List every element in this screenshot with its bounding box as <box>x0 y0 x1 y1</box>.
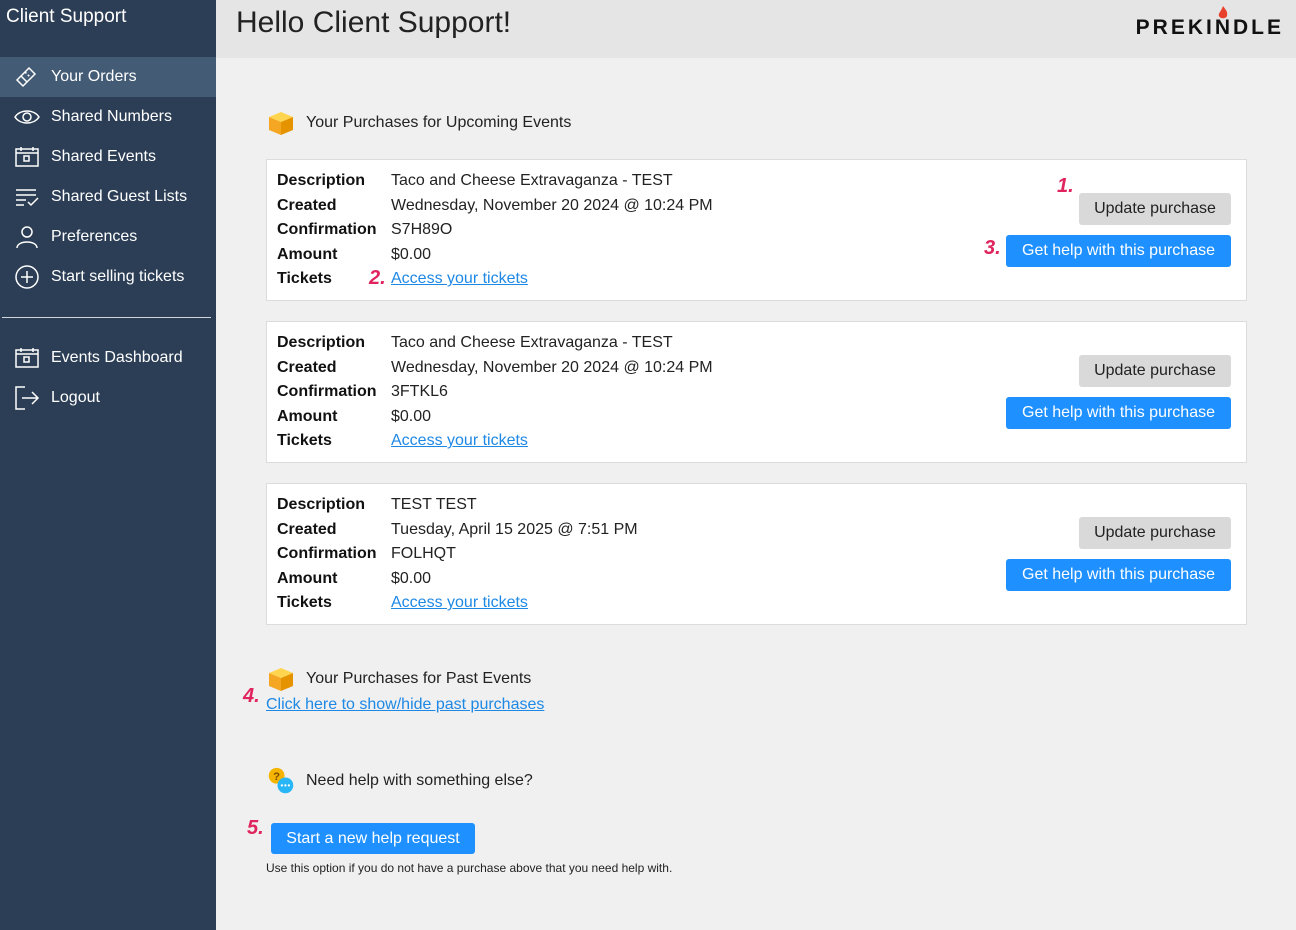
amount-row: Amount $0.00 <box>277 246 432 263</box>
description-row: Description Taco and Cheese Extravaganza … <box>277 334 673 351</box>
update-purchase-button[interactable]: Update purchase <box>1079 355 1231 387</box>
created-row: Created Tuesday, April 15 2025 @ 7:51 PM <box>277 521 638 538</box>
new-help-request-button[interactable]: Start a new help request <box>271 823 475 854</box>
get-help-button[interactable]: Get help with this purchase <box>1006 397 1231 429</box>
tickets-row: Tickets Access your tickets <box>277 269 528 289</box>
sidebar-item-label: Shared Events <box>51 148 156 165</box>
plus-circle-icon <box>14 265 42 289</box>
confirmation-row: Confirmation 3FTKL6 <box>277 383 448 400</box>
sidebar-item-label: Preferences <box>51 228 138 245</box>
purchase-card: Description Taco and Cheese Extravaganza … <box>266 159 1247 301</box>
annotation-2: 2. <box>369 267 386 289</box>
annotation-5: 5. <box>247 817 264 839</box>
get-help-button[interactable]: Get help with this purchase <box>1006 235 1231 267</box>
annotation-4: 4. <box>243 685 260 707</box>
sidebar-item-events-dashboard[interactable]: Events Dashboard <box>0 338 216 378</box>
update-purchase-button[interactable]: Update purchase <box>1079 517 1231 549</box>
page-title: Hello Client Support! <box>236 6 512 39</box>
box-icon <box>269 112 293 135</box>
annotation-1: 1. <box>1057 175 1074 197</box>
access-tickets-link[interactable]: Access your tickets <box>391 431 528 451</box>
sidebar-item-label: Start selling tickets <box>51 268 185 285</box>
purchase-card: Description Taco and Cheese Extravaganza … <box>266 321 1247 463</box>
access-tickets-link[interactable]: Access your tickets <box>391 593 528 613</box>
toggle-past-purchases-link[interactable]: Click here to show/hide past purchases <box>266 696 544 714</box>
flame-icon <box>1218 6 1227 19</box>
logout-icon <box>14 386 42 410</box>
created-row: Created Wednesday, November 20 2024 @ 10:… <box>277 359 713 376</box>
user-icon <box>14 225 42 249</box>
calendar-icon <box>14 145 42 169</box>
access-tickets-link[interactable]: Access your tickets <box>391 269 528 289</box>
created-row: Created Wednesday, November 20 2024 @ 10:… <box>277 197 713 214</box>
update-purchase-button[interactable]: Update purchase <box>1079 193 1231 225</box>
sidebar-item-label: Events Dashboard <box>51 349 183 366</box>
amount-row: Amount $0.00 <box>277 570 432 587</box>
ticket-icon <box>14 65 42 89</box>
help-note: Use this option if you do not have a pur… <box>266 861 673 875</box>
sidebar: Client Support Your Orders Shared Number… <box>0 0 216 930</box>
sidebar-divider <box>2 317 211 318</box>
sidebar-item-label: Logout <box>51 389 100 406</box>
description-row: Description Taco and Cheese Extravaganza … <box>277 172 673 189</box>
purchase-card: Description TEST TEST Created Tuesday, Apr… <box>266 483 1247 625</box>
confirmation-row: Confirmation FOLHQT <box>277 545 456 562</box>
sidebar-title: Client Support <box>6 6 127 27</box>
calendar-icon <box>14 346 42 370</box>
sidebar-item-label: Your Orders <box>51 68 137 85</box>
tickets-row: Tickets Access your tickets <box>277 431 528 451</box>
past-heading: Your Purchases for Past Events <box>266 665 531 693</box>
description-row: Description TEST TEST <box>277 496 477 513</box>
sidebar-item-label: Shared Numbers <box>51 108 172 125</box>
confirmation-row: Confirmation S7H89O <box>277 221 453 238</box>
brand-logo: PREKINDLE <box>1136 6 1284 40</box>
sidebar-item-start-selling[interactable]: Start selling tickets <box>0 257 216 297</box>
sidebar-item-preferences[interactable]: Preferences <box>0 217 216 257</box>
help-chat-icon: ? <box>268 767 294 794</box>
sidebar-item-shared-numbers[interactable]: Shared Numbers <box>0 97 216 137</box>
upcoming-heading: Your Purchases for Upcoming Events <box>266 109 571 137</box>
box-icon <box>269 668 293 691</box>
sidebar-item-label: Shared Guest Lists <box>51 188 188 205</box>
page-header: Hello Client Support! PREKINDLE <box>216 0 1296 58</box>
help-heading: ? Need help with something else? <box>266 767 533 795</box>
checklist-icon <box>14 185 42 209</box>
annotation-3: 3. <box>984 237 1001 259</box>
sidebar-item-shared-guest-lists[interactable]: Shared Guest Lists <box>0 177 216 217</box>
sidebar-item-logout[interactable]: Logout <box>0 378 216 418</box>
sidebar-item-your-orders[interactable]: Your Orders <box>0 57 216 97</box>
amount-row: Amount $0.00 <box>277 408 432 425</box>
sidebar-item-shared-events[interactable]: Shared Events <box>0 137 216 177</box>
eye-icon <box>14 105 42 129</box>
tickets-row: Tickets Access your tickets <box>277 593 528 613</box>
get-help-button[interactable]: Get help with this purchase <box>1006 559 1231 591</box>
